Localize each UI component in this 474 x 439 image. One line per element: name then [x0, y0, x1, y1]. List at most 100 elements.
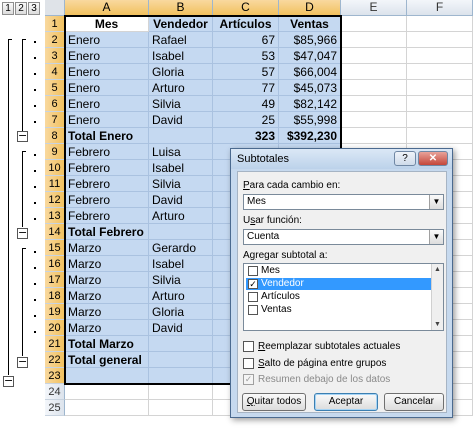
row-header[interactable]: 2: [45, 32, 65, 48]
cancel-button[interactable]: Cancelar: [384, 393, 444, 411]
cell[interactable]: [341, 128, 407, 144]
row-header[interactable]: 14: [45, 224, 65, 240]
cell[interactable]: Marzo: [65, 256, 149, 272]
chevron-down-icon[interactable]: ▼: [429, 230, 443, 244]
cell[interactable]: [407, 48, 473, 64]
cell[interactable]: Luisa: [149, 144, 213, 160]
field-checkbox[interactable]: ✓: [248, 279, 258, 289]
row-header[interactable]: 9: [45, 144, 65, 160]
row-header[interactable]: 22: [45, 352, 65, 368]
cell[interactable]: [341, 32, 407, 48]
cell[interactable]: Arturo: [149, 288, 213, 304]
row-header[interactable]: 16: [45, 256, 65, 272]
scroll-up-icon[interactable]: ▲: [432, 264, 443, 275]
row-header[interactable]: 8: [45, 128, 65, 144]
cell[interactable]: Gerardo: [149, 240, 213, 256]
field-item-mes[interactable]: Mes: [246, 265, 431, 277]
remove-all-button[interactable]: Quitar todos: [242, 393, 306, 411]
field-item-ventas[interactable]: Ventas: [246, 304, 431, 316]
cell[interactable]: [407, 96, 473, 112]
row-header[interactable]: 24: [45, 384, 65, 400]
cell[interactable]: 57: [213, 64, 279, 80]
column-header-f[interactable]: F: [407, 0, 473, 16]
cell[interactable]: [341, 16, 407, 32]
help-button[interactable]: ?: [394, 151, 416, 166]
cell[interactable]: [341, 112, 407, 128]
row-header[interactable]: 15: [45, 240, 65, 256]
field-checkbox[interactable]: [248, 266, 258, 276]
function-select[interactable]: Cuenta ▼: [243, 229, 444, 245]
cell[interactable]: [149, 352, 213, 368]
field-list-scrollbar[interactable]: ▲ ▼: [431, 264, 443, 330]
cell[interactable]: [341, 64, 407, 80]
cell[interactable]: Mes: [65, 16, 149, 32]
cell[interactable]: [341, 80, 407, 96]
collapse-enero-button[interactable]: −: [17, 130, 28, 142]
cell[interactable]: 323: [213, 128, 279, 144]
field-checkbox[interactable]: [248, 292, 258, 302]
cell[interactable]: Total Febrero: [65, 224, 149, 240]
cell[interactable]: [149, 336, 213, 352]
cell[interactable]: Febrero: [65, 192, 149, 208]
group-by-select[interactable]: Mes ▼: [243, 194, 444, 210]
select-all-corner[interactable]: [45, 0, 65, 16]
cell[interactable]: Gloria: [149, 64, 213, 80]
row-header[interactable]: 10: [45, 160, 65, 176]
cell[interactable]: Febrero: [65, 208, 149, 224]
cell[interactable]: Silvia: [149, 272, 213, 288]
cell[interactable]: [149, 224, 213, 240]
row-header[interactable]: 11: [45, 176, 65, 192]
cell[interactable]: [149, 368, 213, 384]
cell[interactable]: [407, 112, 473, 128]
collapse-total-general-button[interactable]: −: [3, 375, 14, 387]
cell[interactable]: Vendedor: [149, 16, 213, 32]
cell[interactable]: Marzo: [65, 304, 149, 320]
cell[interactable]: [407, 128, 473, 144]
page-break-checkbox[interactable]: [243, 358, 254, 369]
cell[interactable]: Total general: [65, 352, 149, 368]
outline-level-1-button[interactable]: 1: [2, 2, 14, 15]
cell[interactable]: Febrero: [65, 176, 149, 192]
cell[interactable]: Enero: [65, 48, 149, 64]
cell[interactable]: $55,998: [279, 112, 341, 128]
cell[interactable]: Enero: [65, 32, 149, 48]
cell[interactable]: Isabel: [149, 256, 213, 272]
outline-level-2-button[interactable]: 2: [15, 2, 27, 15]
row-header[interactable]: 20: [45, 320, 65, 336]
cell[interactable]: Total Enero: [65, 128, 149, 144]
cell[interactable]: Gloria: [149, 304, 213, 320]
cell[interactable]: [341, 48, 407, 64]
column-header-d[interactable]: D: [279, 0, 341, 16]
cell[interactable]: [407, 64, 473, 80]
cell[interactable]: Total Marzo: [65, 336, 149, 352]
column-header-e[interactable]: E: [341, 0, 407, 16]
cell[interactable]: Enero: [65, 112, 149, 128]
cell[interactable]: Enero: [65, 64, 149, 80]
cell[interactable]: 25: [213, 112, 279, 128]
row-header[interactable]: 7: [45, 112, 65, 128]
column-header-a[interactable]: A: [65, 0, 149, 16]
cell[interactable]: $85,966: [279, 32, 341, 48]
row-header[interactable]: 17: [45, 272, 65, 288]
ok-button[interactable]: Aceptar: [314, 393, 378, 411]
field-item-vendedor[interactable]: ✓ Vendedor: [246, 278, 431, 290]
collapse-marzo-button[interactable]: −: [17, 356, 28, 368]
cell[interactable]: Arturo: [149, 80, 213, 96]
cell[interactable]: $392,230: [279, 128, 341, 144]
field-item-artculos[interactable]: Artículos: [246, 291, 431, 303]
cell[interactable]: [65, 368, 149, 384]
cell[interactable]: David: [149, 192, 213, 208]
cell[interactable]: Marzo: [65, 288, 149, 304]
cell[interactable]: 53: [213, 48, 279, 64]
cell[interactable]: [407, 32, 473, 48]
cell[interactable]: Febrero: [65, 144, 149, 160]
cell[interactable]: Silvia: [149, 176, 213, 192]
row-header[interactable]: 6: [45, 96, 65, 112]
column-header-c[interactable]: C: [213, 0, 279, 16]
cell[interactable]: [407, 16, 473, 32]
cell[interactable]: 67: [213, 32, 279, 48]
cell[interactable]: [149, 128, 213, 144]
cell[interactable]: $66,004: [279, 64, 341, 80]
cell[interactable]: Marzo: [65, 320, 149, 336]
column-header-b[interactable]: B: [149, 0, 213, 16]
